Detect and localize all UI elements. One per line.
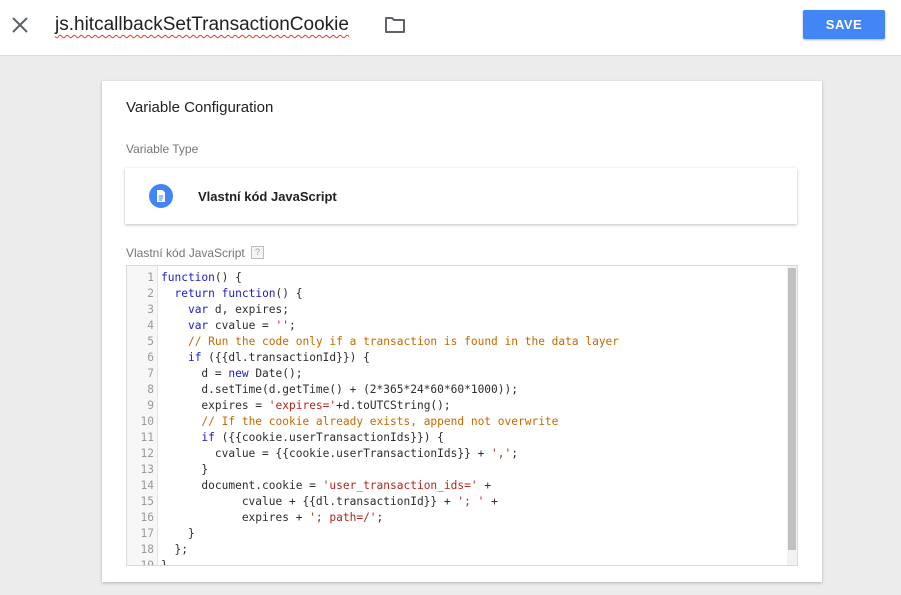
variable-configuration-card: Variable Configuration Variable Type Vla… bbox=[102, 81, 822, 582]
code-line: 18 }; bbox=[127, 542, 797, 558]
variable-type-label: Variable Type bbox=[126, 142, 199, 156]
variable-type-name: Vlastní kód JavaScript bbox=[198, 189, 337, 204]
line-number: 9 bbox=[147, 399, 154, 412]
code-line: 7 d = new Date(); bbox=[127, 366, 797, 382]
line-number: 19 bbox=[140, 559, 154, 566]
line-number: 17 bbox=[140, 527, 154, 540]
variable-type-selector[interactable]: Vlastní kód JavaScript bbox=[125, 168, 797, 224]
line-number: 1 bbox=[147, 271, 154, 284]
code-text: cvalue + {{dl.transactionId}} + '; ' + bbox=[161, 495, 498, 508]
code-line: 13 } bbox=[127, 462, 797, 478]
line-number: 4 bbox=[147, 319, 154, 332]
code-text: var d, expires; bbox=[187, 303, 289, 316]
code-text: if ({{dl.transactionId}}) { bbox=[187, 351, 370, 364]
code-text: } bbox=[161, 559, 168, 566]
top-bar: js.hitcallbackSetTransactionCookie SAVE bbox=[0, 0, 901, 56]
line-number: 18 bbox=[140, 543, 154, 556]
code-line: 4 var cvalue = ''; bbox=[127, 318, 797, 334]
code-text: d = new Date(); bbox=[161, 367, 303, 380]
code-line: 10 // If the cookie already exists, appe… bbox=[127, 414, 797, 430]
code-text: }; bbox=[161, 543, 188, 556]
help-icon[interactable]: ? bbox=[251, 246, 264, 259]
code-text: } bbox=[161, 463, 209, 476]
code-text: function() { bbox=[161, 271, 242, 284]
line-number: 10 bbox=[140, 415, 154, 428]
code-text: d.setTime(d.getTime() + (2*365*24*60*60*… bbox=[161, 383, 518, 396]
code-text: document.cookie = 'user_transaction_ids=… bbox=[161, 479, 492, 492]
line-number: 5 bbox=[147, 335, 154, 348]
code-line: 5 // Run the code only if a transaction … bbox=[127, 334, 797, 350]
save-button[interactable]: SAVE bbox=[803, 10, 885, 39]
scrollbar-thumb[interactable] bbox=[788, 268, 796, 550]
code-text: // Run the code only if a transaction is… bbox=[187, 335, 620, 348]
code-line: 8 d.setTime(d.getTime() + (2*365*24*60*6… bbox=[127, 382, 797, 398]
code-text: return function() { bbox=[174, 287, 303, 300]
code-line: 19} bbox=[127, 558, 797, 566]
line-number: 14 bbox=[140, 479, 154, 492]
code-text: var cvalue = ''; bbox=[187, 319, 296, 332]
code-line: 12 cvalue = {{cookie.userTransactionIds}… bbox=[127, 446, 797, 462]
line-number: 7 bbox=[147, 367, 154, 380]
code-line: 11 if ({{cookie.userTransactionIds}}) { bbox=[127, 430, 797, 446]
code-text: } bbox=[161, 527, 195, 540]
code-line: 16 expires + '; path=/'; bbox=[127, 510, 797, 526]
code-line: 2 return function() { bbox=[127, 286, 797, 302]
line-number: 13 bbox=[140, 463, 154, 476]
code-line: 14 document.cookie = 'user_transaction_i… bbox=[127, 478, 797, 494]
line-number: 12 bbox=[140, 447, 154, 460]
line-number: 2 bbox=[147, 287, 154, 300]
code-line: 15 cvalue + {{dl.transactionId}} + '; ' … bbox=[127, 494, 797, 510]
custom-js-label: Vlastní kód JavaScript bbox=[126, 246, 245, 260]
code-text: if ({{cookie.userTransactionIds}}) { bbox=[201, 431, 444, 444]
line-number: 15 bbox=[140, 495, 154, 508]
code-text: // If the cookie already exists, append … bbox=[201, 415, 559, 428]
editor-scrollbar[interactable] bbox=[787, 266, 797, 565]
code-line: 9 expires = 'expires='+d.toUTCString(); bbox=[127, 398, 797, 414]
card-title: Variable Configuration bbox=[126, 99, 274, 116]
code-text: expires = 'expires='+d.toUTCString(); bbox=[161, 399, 451, 412]
line-number: 11 bbox=[140, 431, 154, 444]
code-line: 6 if ({{dl.transactionId}}) { bbox=[127, 350, 797, 366]
folder-icon[interactable] bbox=[384, 15, 406, 35]
code-lines: 1 function() {2 return function() {3 var … bbox=[127, 270, 797, 566]
line-number: 16 bbox=[140, 511, 154, 524]
code-line: 17 } bbox=[127, 526, 797, 542]
line-number: 6 bbox=[147, 351, 154, 364]
code-text: cvalue = {{cookie.userTransactionIds}} +… bbox=[161, 447, 519, 460]
line-number: 3 bbox=[147, 303, 154, 316]
line-number: 8 bbox=[147, 383, 154, 396]
variable-name-title[interactable]: js.hitcallbackSetTransactionCookie bbox=[55, 13, 349, 37]
close-icon[interactable] bbox=[9, 14, 31, 36]
code-line: 1 function() { bbox=[127, 270, 797, 286]
code-text: expires + '; path=/'; bbox=[161, 511, 384, 524]
code-editor[interactable]: 1 function() {2 return function() {3 var … bbox=[126, 265, 798, 566]
document-icon bbox=[149, 184, 173, 208]
code-line: 3 var d, expires; bbox=[127, 302, 797, 318]
